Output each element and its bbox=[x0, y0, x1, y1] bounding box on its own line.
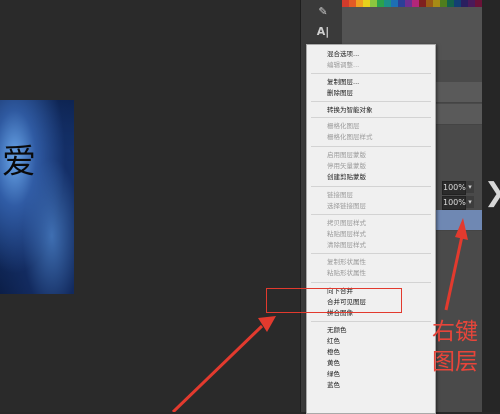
arrow-to-merge-down bbox=[171, 324, 264, 412]
annotation-label-line1: 右键 bbox=[432, 319, 478, 345]
annotation-arrows bbox=[171, 218, 468, 412]
arrow-to-layer bbox=[444, 235, 464, 311]
annotation-label-line2: 图层 bbox=[432, 349, 478, 375]
arrow-head-merge-down bbox=[258, 316, 276, 332]
arrow-head-layer bbox=[455, 218, 468, 240]
